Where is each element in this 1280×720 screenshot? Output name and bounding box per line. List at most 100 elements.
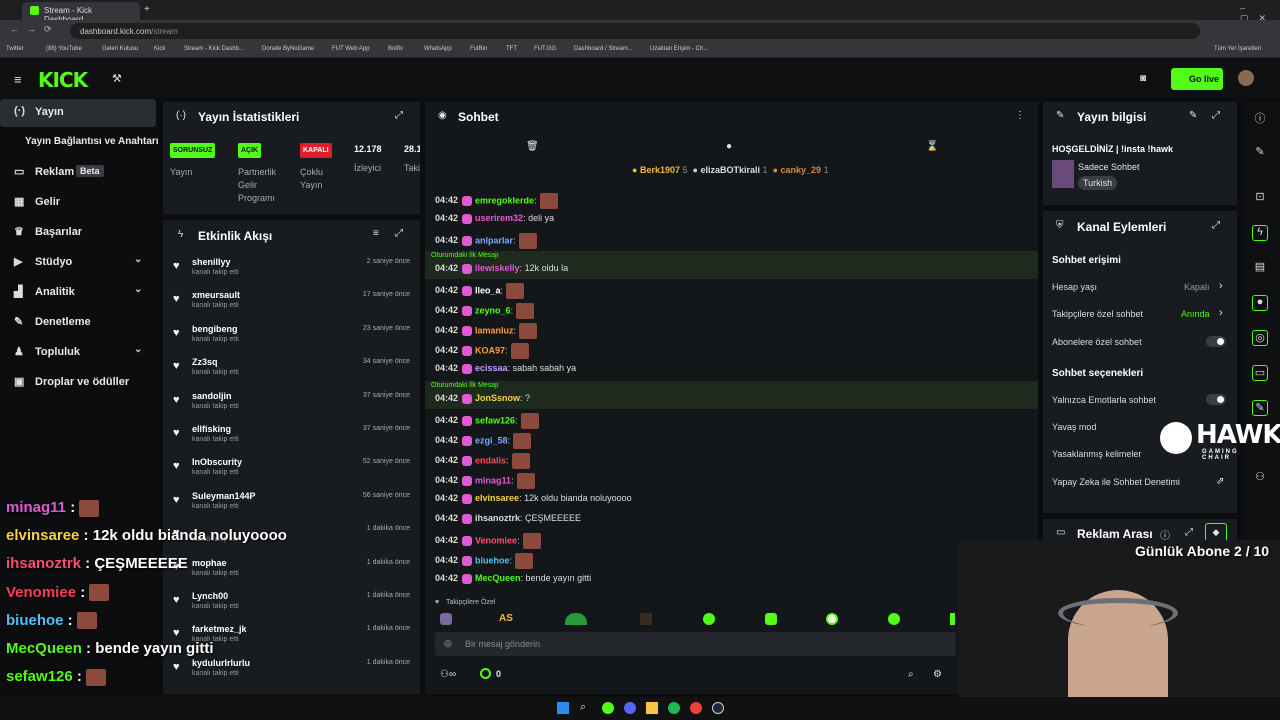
all-bookmarks[interactable]: Tüm Yer İşaretleri xyxy=(1214,46,1261,52)
top-user-name[interactable]: Berk1907 xyxy=(640,165,680,175)
emote[interactable] xyxy=(888,613,900,625)
sidebar-item-analitik[interactable]: ▟ Analitik ⌄ xyxy=(0,279,156,307)
top-user-name[interactable]: elizaBOTkirali xyxy=(701,165,761,175)
activity-feed-item[interactable]: ♥ shenillyy kanalı takip etti 2 saniye önce xyxy=(163,252,420,285)
target-icon[interactable]: ⊡ xyxy=(1252,190,1268,206)
bookmark[interactable]: FUT Web App xyxy=(332,46,369,52)
follower-name[interactable]: kydulurlrlurlu xyxy=(192,658,250,668)
activity-feed-item[interactable]: ♥ Zz3sq kanalı takip etti 34 saniye önce xyxy=(163,352,420,385)
chat-username[interactable]: sefaw126 xyxy=(475,415,515,425)
chat-username[interactable]: lleo_a xyxy=(475,285,501,295)
follower-name[interactable]: mophae xyxy=(192,558,227,568)
chat-username[interactable]: endalis xyxy=(475,455,506,465)
subs-only-toggle[interactable] xyxy=(1206,336,1226,347)
activity-feed-item[interactable]: ♥ InObscurity kanalı takip etti 52 saniye ö… xyxy=(163,452,420,485)
follower-name[interactable]: xmeursault xyxy=(192,290,240,300)
steam-icon[interactable] xyxy=(712,702,724,714)
search-icon[interactable]: ⌕ xyxy=(580,701,586,714)
activity-feed-item[interactable]: ♥ Suleyman144P kanalı takip etti 56 saniye … xyxy=(163,486,420,519)
browser-tab[interactable]: Stream - Kick Dashboard xyxy=(22,2,140,24)
bookmark[interactable]: Dashboard / Stream... xyxy=(574,46,633,52)
account-age-value[interactable]: Kapalı xyxy=(1184,282,1210,292)
activity-feed-item[interactable]: ♥ ellfisking kanalı takip etti 37 saniye ön… xyxy=(163,419,420,452)
activity-feed-item[interactable]: ♥ xmeursault kanalı takip etti 17 saniye ön… xyxy=(163,285,420,318)
go-live-button[interactable]: Go live xyxy=(1171,68,1223,90)
bookmark[interactable]: FUT.GG xyxy=(534,46,556,52)
new-tab-icon[interactable]: + xyxy=(144,4,150,15)
bookmark[interactable]: Twitter xyxy=(6,46,24,52)
follower-name[interactable]: Zz3sq xyxy=(192,357,218,367)
kick-logo[interactable]: KICK xyxy=(38,68,88,92)
follower-name[interactable]: sandoljin xyxy=(192,391,232,401)
bookmark[interactable]: Donate ByNoGame xyxy=(262,46,314,52)
chat-username[interactable]: zeyno_6 xyxy=(475,305,511,315)
emote[interactable] xyxy=(440,613,452,625)
emote[interactable] xyxy=(950,613,955,625)
follower-name[interactable]: Suleyman144P xyxy=(192,491,256,501)
activity-feed-item[interactable]: ♥ mophae kanalı takip etti 1 dakika önce xyxy=(163,553,420,586)
wrench-icon[interactable]: ✎ xyxy=(1252,400,1268,416)
chat-username[interactable]: JonSsnow xyxy=(475,393,520,403)
external-link-icon[interactable]: ⇗ xyxy=(1216,476,1224,487)
sidebar-item-studyo[interactable]: ▶ Stüdyo ⌄ xyxy=(0,249,156,277)
follower-name[interactable]: ellfisking xyxy=(192,424,231,434)
activity-feed-item[interactable]: ♥ bengibeng kanalı takip etti 23 saniye önc… xyxy=(163,319,420,352)
bookmark[interactable]: TFT xyxy=(506,46,517,52)
chat-username[interactable]: MecQueen xyxy=(475,573,521,583)
sidebar-item-stream-key[interactable]: Yayın Bağlantısı ve Anahtarı xyxy=(0,129,162,157)
sidebar-item-yayin[interactable]: (·) Yayın xyxy=(0,99,156,127)
category-name[interactable]: Sadece Sohbet xyxy=(1078,162,1140,172)
follower-name[interactable]: shenillyy xyxy=(192,257,231,267)
chat-username[interactable]: Venomiee xyxy=(475,535,517,545)
chat-username[interactable]: ezgi_58 xyxy=(475,435,508,445)
activity-feed-item[interactable]: ♥ kydulurlrlurlu kanalı takip etti 1 dakika… xyxy=(163,653,420,686)
emote[interactable] xyxy=(565,613,587,625)
hammer-icon[interactable]: ⚒ xyxy=(112,72,122,85)
bookmark[interactable]: Botfix xyxy=(388,46,403,52)
chat-username[interactable]: elvinsaree xyxy=(475,493,519,503)
chat-username[interactable]: userirem32 xyxy=(475,213,523,223)
broadcast-icon[interactable]: ◎ xyxy=(1252,330,1268,346)
users-icon[interactable]: ⚇∞ xyxy=(440,669,456,680)
windows-start-icon[interactable] xyxy=(557,702,569,714)
bookmark[interactable]: Gelen Kutusu xyxy=(102,46,138,52)
chat-icon[interactable]: ● xyxy=(726,141,732,152)
emoji-icon[interactable]: ◎ xyxy=(444,638,452,649)
app-icon[interactable] xyxy=(602,702,614,714)
chat-username[interactable]: emregoklerde xyxy=(475,195,534,205)
document-icon[interactable]: ▤ xyxy=(1252,260,1268,276)
bolt-icon[interactable]: ϟ xyxy=(1252,225,1268,241)
activity-feed-item[interactable]: ♥ sandoljin kanalı takip etti 37 saniye önc… xyxy=(163,386,420,419)
sidebar-item-reklam[interactable]: ▭ Reklam Beta xyxy=(0,159,156,187)
follower-name[interactable]: Lynch00 xyxy=(192,591,228,601)
follower-name[interactable]: InObscurity xyxy=(192,457,242,467)
settings-icon[interactable]: ⚙ xyxy=(933,669,942,680)
follower-name[interactable]: bengibeng xyxy=(192,324,238,334)
sidebar-item-droplar[interactable]: ▣ Droplar ve ödüller xyxy=(0,369,156,397)
chat-username[interactable]: lamanluz xyxy=(475,325,514,335)
chevron-right-icon[interactable]: › xyxy=(1219,307,1223,319)
chat-input[interactable]: ◎ Bir mesaj gönderin xyxy=(435,632,956,656)
folder-icon[interactable] xyxy=(646,702,658,714)
search-icon[interactable]: ⌕ xyxy=(908,669,914,680)
bookmark[interactable]: (88) YouTube xyxy=(46,46,82,52)
chat-username[interactable]: ihsanoztrk xyxy=(475,513,520,523)
users-icon[interactable]: ⚇ xyxy=(1252,470,1268,486)
camera-icon[interactable]: ◙ xyxy=(1140,73,1146,84)
emote[interactable] xyxy=(765,613,777,625)
bookmark[interactable]: Kick xyxy=(154,46,165,52)
emotes-only-toggle[interactable] xyxy=(1206,394,1226,405)
chevron-right-icon[interactable]: › xyxy=(1219,280,1223,292)
emote[interactable] xyxy=(703,613,715,625)
chat-username[interactable]: ecissaa xyxy=(475,363,508,373)
chat-bubble-icon[interactable]: ● xyxy=(1252,295,1268,311)
expand-icon[interactable]: ⤢ xyxy=(1185,527,1193,538)
expand-icon[interactable]: ⤢ xyxy=(1212,110,1220,121)
emote[interactable]: AS xyxy=(499,613,513,624)
followers-only-value[interactable]: Anında xyxy=(1181,309,1210,319)
hourglass-icon[interactable]: ⌛ xyxy=(926,141,938,152)
emote[interactable] xyxy=(640,613,652,625)
expand-icon[interactable]: ⤢ xyxy=(1212,220,1220,231)
activity-feed-item[interactable]: ♥ Lynch00 kanalı takip etti 1 dakika önce xyxy=(163,586,420,619)
sidebar-item-gelir[interactable]: ▦ Gelir xyxy=(0,189,156,217)
